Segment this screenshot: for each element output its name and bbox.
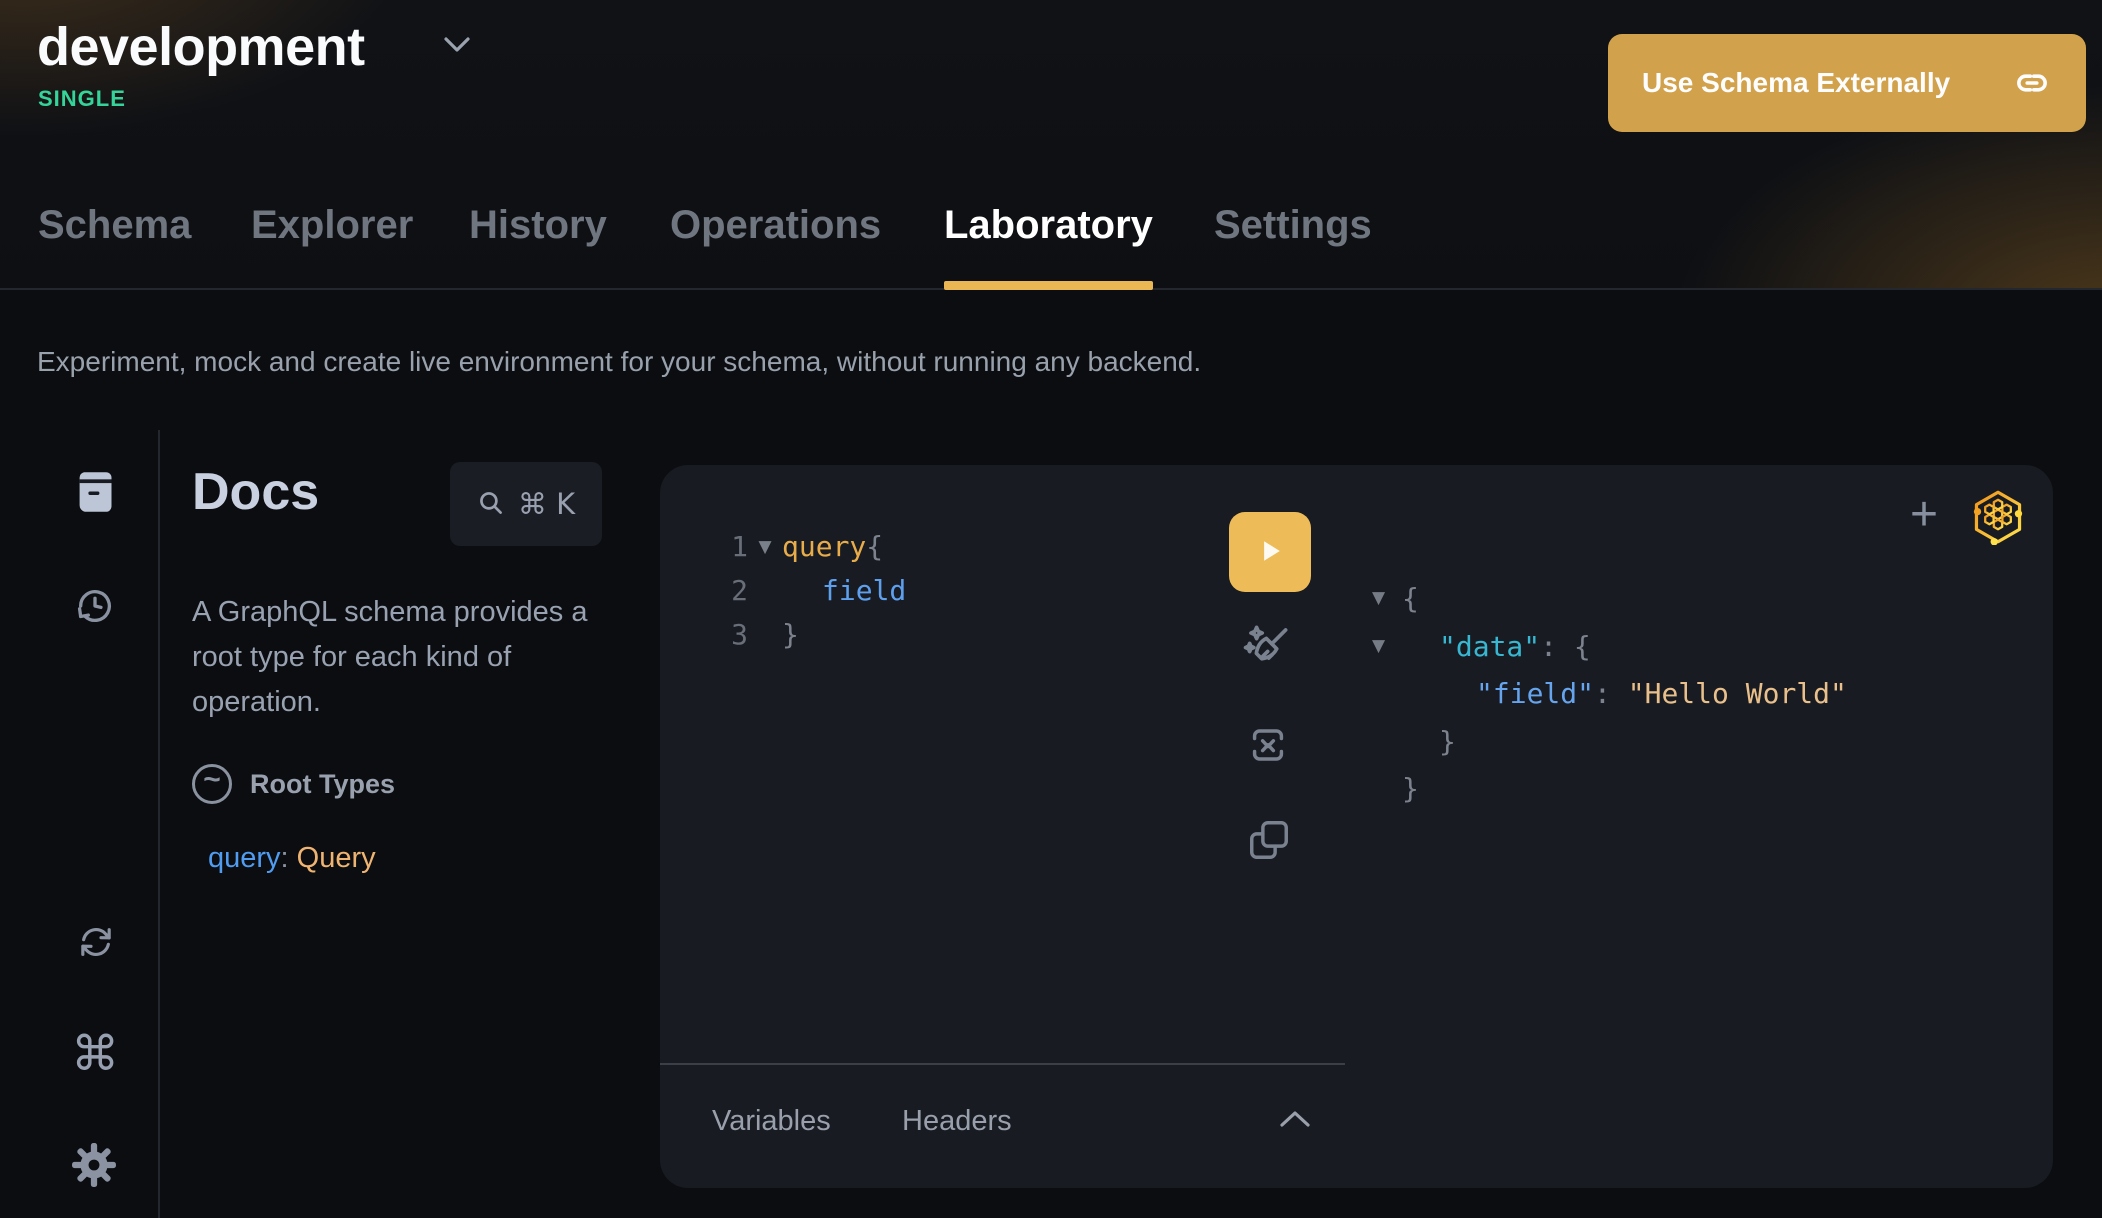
gear-icon [71, 1142, 117, 1191]
response-line: "field": "Hello World" [1372, 670, 1847, 718]
history-panel-button[interactable] [70, 582, 120, 632]
response-line: ▼ { [1372, 575, 1847, 623]
book-icon [74, 470, 116, 517]
page-header: development SINGLE Use Schema Externally… [0, 0, 2102, 290]
play-icon [1253, 534, 1287, 571]
json-brace: } [1402, 765, 1419, 813]
copy-icon [1246, 817, 1292, 866]
response-line: ▼ "data": { [1372, 623, 1847, 671]
code-line: 1 ▼ query{ [712, 525, 906, 569]
tab-settings[interactable]: Settings [1214, 196, 1372, 290]
collapse-editor-tools-button[interactable] [1278, 1109, 1312, 1132]
sidebar-divider [158, 430, 160, 1218]
docs-description: A GraphQL schema provides a root type fo… [192, 590, 630, 725]
refresh-icon [76, 922, 116, 965]
root-types-icon: ~ [192, 764, 232, 804]
json-colon: : [1540, 623, 1574, 671]
field-type-link[interactable]: Query [297, 842, 376, 874]
prettify-broom-icon [1241, 620, 1293, 675]
search-icon [477, 489, 505, 520]
tab-variables[interactable]: Variables [712, 1105, 831, 1138]
page-title: development [37, 16, 365, 78]
prettify-query-button[interactable] [1241, 620, 1293, 675]
json-value-hello-world: "Hello World" [1628, 670, 1847, 718]
copy-query-button[interactable] [1246, 817, 1292, 866]
code-line: 2 field [712, 569, 906, 613]
tab-history[interactable]: History [469, 196, 607, 290]
command-icon: ⌘ [71, 1030, 119, 1078]
tab-headers[interactable]: Headers [902, 1105, 1012, 1138]
root-query-field[interactable]: query: Query [208, 842, 376, 875]
fold-arrow-icon[interactable]: ▼ [1372, 575, 1402, 623]
response-line: } [1372, 765, 1847, 813]
json-key-field: "field" [1402, 670, 1594, 718]
code-token-field: field [782, 569, 906, 613]
tab-operations[interactable]: Operations [670, 196, 881, 290]
json-colon: : [1594, 670, 1628, 718]
field-separator: : [281, 842, 297, 874]
fold-arrow-icon[interactable]: ▼ [1372, 623, 1402, 671]
json-key-data: "data" [1402, 623, 1540, 671]
tab-explorer[interactable]: Explorer [251, 196, 413, 290]
fold-arrow-icon[interactable]: ▼ [748, 525, 782, 569]
code-line: 3 } [712, 613, 906, 657]
use-schema-button-label: Use Schema Externally [1642, 67, 1950, 99]
merge-fragments-button[interactable] [1245, 722, 1291, 771]
response-viewer: ▼ { ▼ "data": { "field": "Hello World" }… [1372, 575, 1847, 813]
shortcuts-button[interactable]: ⌘ [66, 1026, 124, 1082]
query-editor[interactable]: 1 ▼ query{ 2 field 3 } [712, 525, 906, 657]
hive-logo-icon [1972, 489, 2024, 545]
line-number: 2 [712, 569, 748, 613]
line-number: 3 [712, 613, 748, 657]
code-token-keyword: query [782, 525, 866, 569]
code-token-brace: } [782, 613, 799, 657]
tab-schema[interactable]: Schema [38, 196, 191, 290]
merge-icon [1245, 722, 1291, 771]
json-brace: } [1402, 718, 1456, 766]
line-number: 1 [712, 525, 748, 569]
tab-laboratory[interactable]: Laboratory [944, 196, 1153, 290]
chevron-up-icon [1278, 1109, 1312, 1132]
docs-panel-button[interactable] [70, 468, 120, 518]
root-types-label: Root Types [250, 769, 395, 800]
target-selector-chevron-down-icon[interactable] [443, 36, 471, 59]
settings-button[interactable] [66, 1138, 122, 1194]
search-button[interactable]: ⌘ K [450, 462, 602, 546]
page-description: Experiment, mock and create live environ… [37, 346, 1201, 378]
editor-footer-divider [660, 1063, 1345, 1065]
graphiql-panel: 1 ▼ query{ 2 field 3 } [660, 465, 2053, 1188]
json-brace: { [1574, 623, 1591, 671]
response-line: } [1372, 718, 1847, 766]
environment-badge: SINGLE [38, 86, 126, 112]
add-tab-button[interactable]: + [1894, 485, 1954, 545]
execute-query-button[interactable] [1229, 512, 1311, 592]
link-icon [2012, 66, 2052, 100]
docs-heading: Docs [192, 462, 319, 522]
laboratory-page: development SINGLE Use Schema Externally… [0, 0, 2102, 1218]
json-brace: { [1402, 575, 1419, 623]
field-name[interactable]: query [208, 842, 281, 874]
search-shortcut-label: ⌘ K [518, 487, 575, 521]
code-token-brace: { [866, 525, 883, 569]
reload-schema-button[interactable] [71, 918, 121, 968]
use-schema-externally-button[interactable]: Use Schema Externally [1608, 34, 2086, 132]
root-types-section: ~ Root Types [192, 764, 395, 804]
history-icon [74, 585, 116, 630]
